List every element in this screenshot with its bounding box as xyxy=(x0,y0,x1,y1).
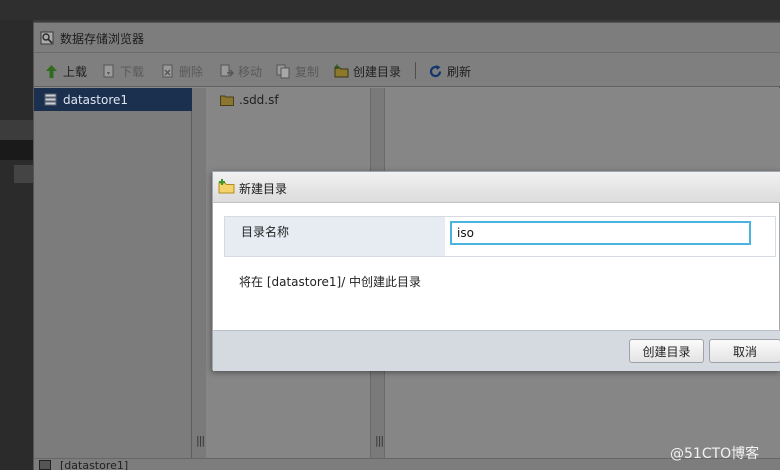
file-item-label: .sdd.sf xyxy=(239,93,279,107)
delete-icon xyxy=(162,64,173,77)
copy-label: 复制 xyxy=(295,64,320,79)
status-bar: [datastore1] xyxy=(34,458,780,470)
datastore-tree: datastore1 xyxy=(34,88,192,458)
splitter-grip-icon[interactable]: ||| xyxy=(375,434,384,447)
tree-item-label: datastore1 xyxy=(63,92,129,107)
create-directory-confirm-button[interactable]: 创建目录 xyxy=(629,339,704,363)
pane-splitter[interactable] xyxy=(192,88,206,458)
move-button[interactable]: 移动 xyxy=(219,62,262,80)
delete-label: 删除 xyxy=(179,64,204,79)
copy-icon xyxy=(276,64,290,78)
upload-label: 上载 xyxy=(63,64,88,79)
dialog-hint: 将在 [datastore1]/ 中创建此目录 xyxy=(239,275,422,289)
splitter-grip-icon[interactable]: ||| xyxy=(196,434,205,447)
delete-button[interactable]: 删除 xyxy=(160,62,203,80)
dialog-titlebar[interactable]: 新建目录 xyxy=(213,172,780,203)
copy-button[interactable]: 复制 xyxy=(276,62,319,80)
upload-button[interactable]: 上载 xyxy=(44,62,87,80)
directory-name-input[interactable] xyxy=(450,221,751,245)
move-icon xyxy=(220,64,234,76)
download-icon xyxy=(103,64,114,77)
datastore-browser-icon xyxy=(40,31,54,45)
datastore-icon xyxy=(44,93,57,106)
background-app-header xyxy=(0,0,780,20)
download-button[interactable]: 下载 xyxy=(101,62,144,80)
watermark: @51CTO博客 xyxy=(670,446,760,462)
tree-item-datastore1[interactable]: datastore1 xyxy=(34,88,192,111)
folder-icon xyxy=(220,95,234,106)
directory-name-label: 目录名称 xyxy=(241,225,290,239)
background-sidebar-row xyxy=(14,165,33,183)
dialog-title: 新建目录 xyxy=(239,182,288,196)
window-title: 数据存储浏览器 xyxy=(60,32,145,46)
new-folder-icon xyxy=(334,64,349,77)
new-folder-icon xyxy=(218,179,235,194)
background-app-sidebar xyxy=(0,20,33,470)
toolbar-separator xyxy=(415,62,416,79)
refresh-button[interactable]: 刷新 xyxy=(428,62,471,80)
datastore-icon xyxy=(39,460,51,470)
refresh-icon xyxy=(429,64,442,77)
move-label: 移动 xyxy=(238,64,263,79)
window-titlebar: 数据存储浏览器 xyxy=(34,23,780,53)
create-directory-button[interactable]: 创建目录 xyxy=(334,62,401,80)
cancel-button[interactable]: 取消 xyxy=(709,339,780,363)
toolbar: 上载 下载 删除 移动 复制 创建目录 刷新 xyxy=(34,53,780,87)
upload-arrow-icon xyxy=(46,64,57,78)
dialog-footer: 创建目录 取消 xyxy=(213,330,780,371)
refresh-label: 刷新 xyxy=(447,64,472,79)
field-label-cell: 目录名称 xyxy=(225,217,445,256)
new-directory-dialog: 新建目录 目录名称 将在 [datastore1]/ 中创建此目录 创建目录 取… xyxy=(212,171,780,371)
background-sidebar-row xyxy=(0,120,33,142)
directory-name-row: 目录名称 xyxy=(224,216,776,257)
download-label: 下载 xyxy=(120,64,145,79)
file-item-sdd-sf[interactable]: .sdd.sf xyxy=(220,93,279,107)
status-path: [datastore1] xyxy=(60,459,129,470)
background-sidebar-row xyxy=(0,140,33,160)
create-directory-label: 创建目录 xyxy=(353,64,402,79)
